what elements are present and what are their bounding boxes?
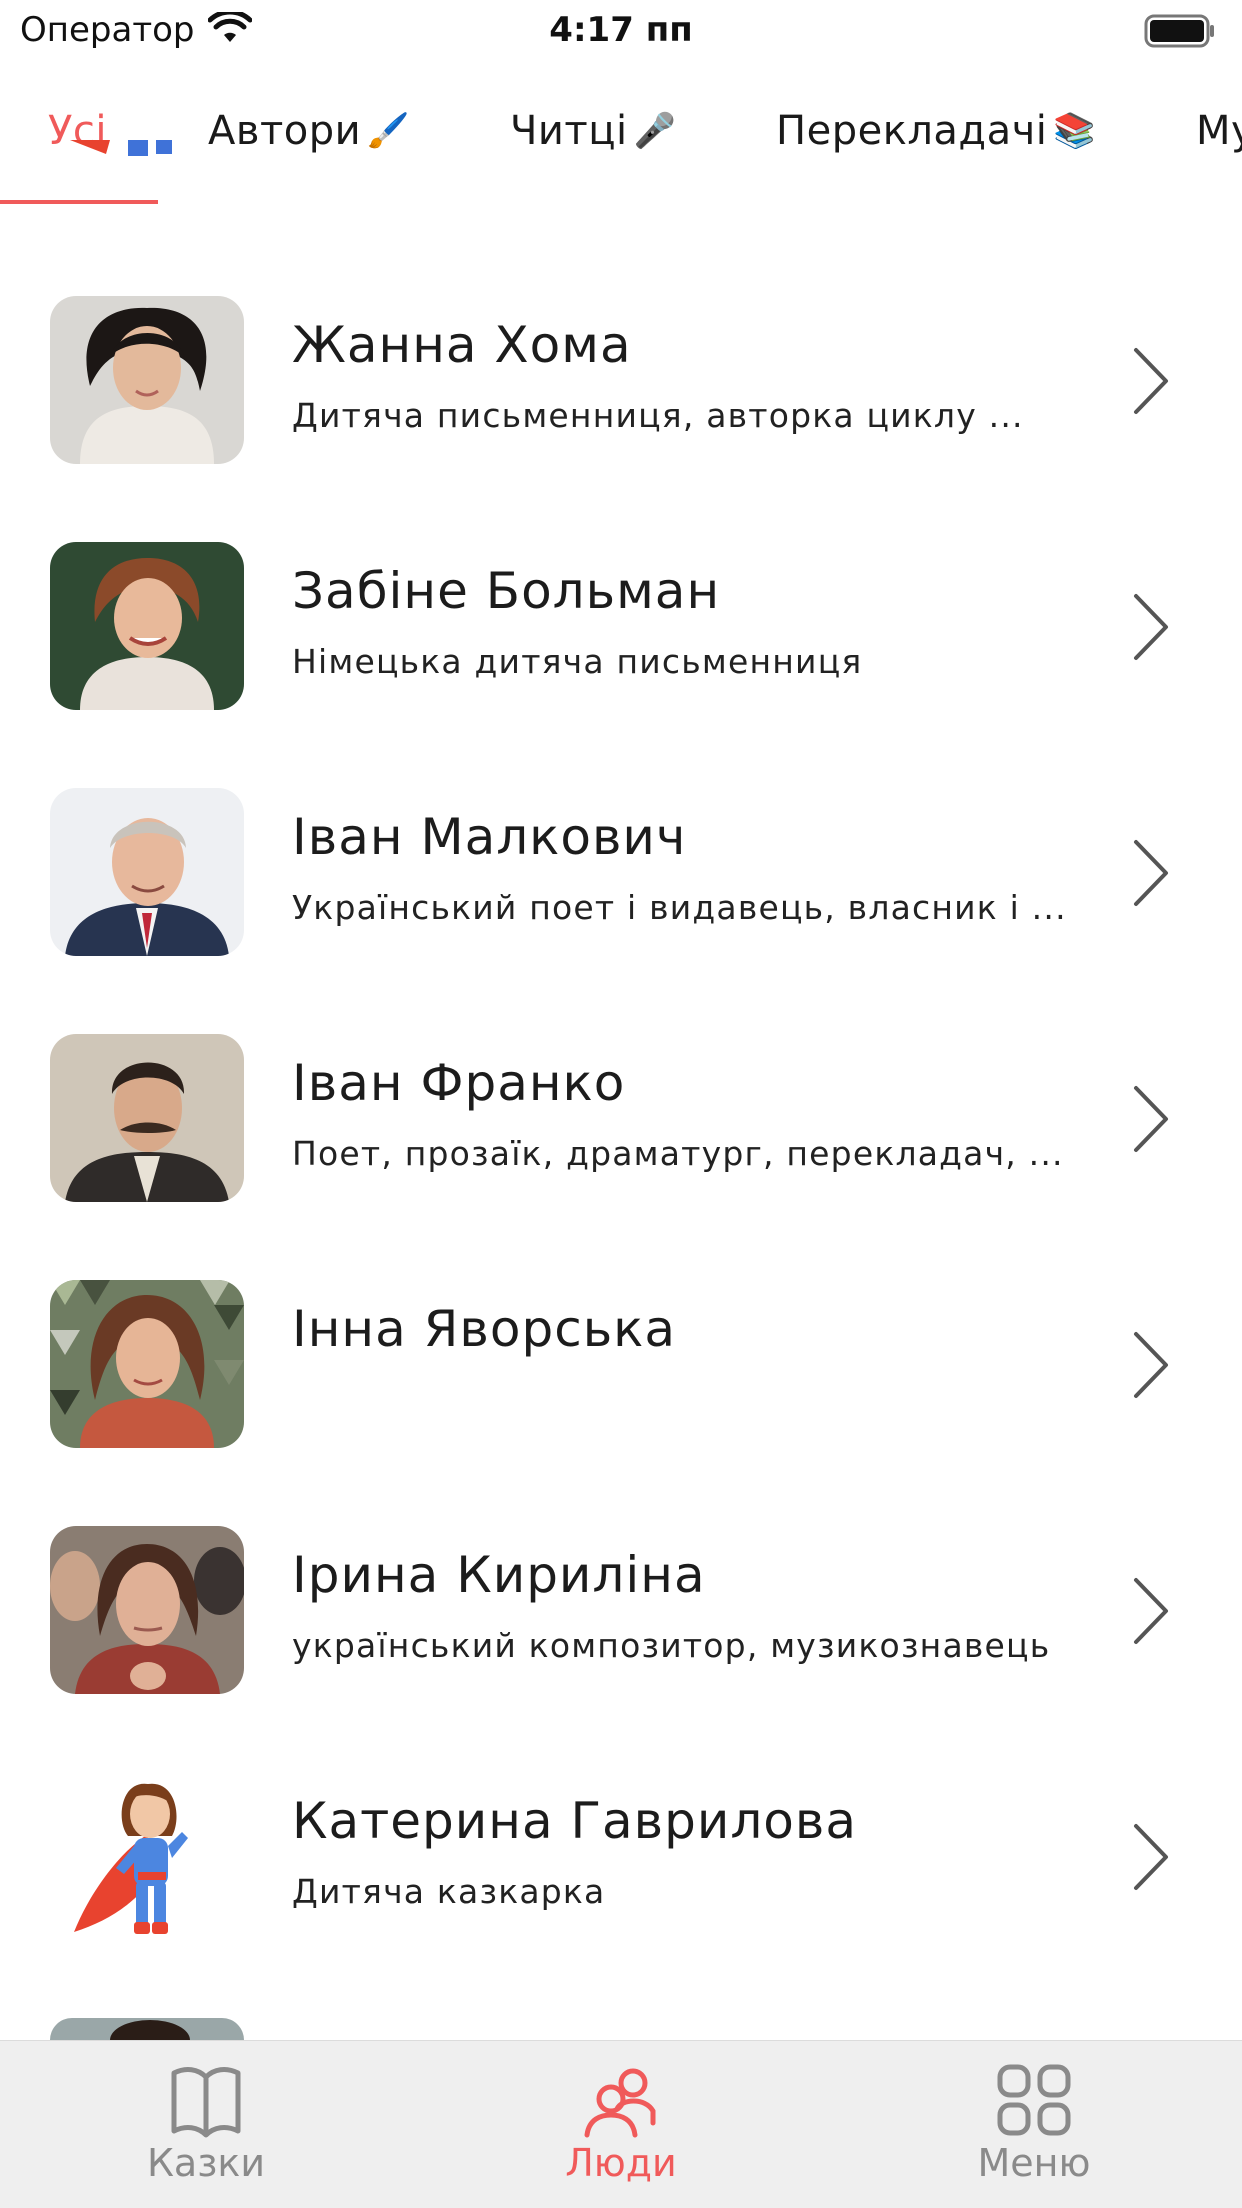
person-name: Іван Франко	[292, 1054, 626, 1112]
tab-authors[interactable]: Автори 🖌️	[208, 108, 410, 154]
tabbar-item-menu[interactable]: Меню	[914, 2063, 1154, 2203]
tabbar-item-people[interactable]: Люди	[501, 2063, 741, 2203]
tab-more[interactable]: Му	[1196, 108, 1242, 154]
person-name: Інна Яворська	[292, 1300, 676, 1358]
person-name: Катерина Гаврилова	[292, 1792, 857, 1850]
tabbar-label-menu: Меню	[977, 2141, 1091, 2185]
person-avatar	[50, 1280, 244, 1448]
person-avatar	[50, 1772, 244, 1940]
tabbar-item-tales[interactable]: Казки	[86, 2063, 326, 2203]
book-icon	[171, 2067, 241, 2138]
chevron-right-icon	[1134, 1086, 1168, 1152]
microphone-icon: 🎤	[633, 111, 677, 151]
person-row[interactable]: Іван Франко Поет, прозаїк, драматург, пе…	[0, 942, 1242, 1202]
person-description: український композитор, музикознавець	[292, 1626, 1051, 1665]
person-row[interactable]: Забіне Больман Німецька дитяча письменни…	[0, 450, 1242, 710]
person-row[interactable]: Жанна Хома Дитяча письменниця, авторка ц…	[0, 204, 1242, 464]
person-row[interactable]: Ірина Кириліна український композитор, м…	[0, 1434, 1242, 1694]
people-icon	[584, 2068, 656, 2138]
person-avatar	[50, 542, 244, 710]
person-description: Дитяча казкарка	[292, 1872, 606, 1911]
person-row[interactable]: Інна Яворська	[0, 1188, 1242, 1448]
tab-readers-label: Читці	[510, 108, 628, 154]
chevron-right-icon	[1134, 840, 1168, 906]
person-name: Ірина Кириліна	[292, 1546, 706, 1604]
status-time: 4:17 пп	[549, 10, 693, 50]
tab-translators-label: Перекладачі	[776, 108, 1048, 154]
person-avatar	[50, 788, 244, 956]
bottom-tab-bar: Казки Люди Меню	[0, 2040, 1242, 2208]
chevron-right-icon	[1134, 1824, 1168, 1890]
tab-authors-label: Автори	[208, 108, 362, 154]
paintbrush-icon: 🖌️	[367, 111, 410, 151]
chevron-right-icon	[1134, 348, 1168, 414]
tab-translators[interactable]: Перекладачі 📚	[776, 108, 1096, 154]
chevron-right-icon	[1134, 1332, 1168, 1398]
person-avatar	[50, 296, 244, 464]
people-list: Жанна Хома Дитяча письменниця, авторка ц…	[0, 204, 1242, 2040]
person-row[interactable]: Іван Малкович Український поет і видавец…	[0, 696, 1242, 956]
person-row[interactable]: Катерина Гаврилова Дитяча казкарка	[0, 1680, 1242, 1940]
books-icon: 📚	[1053, 111, 1097, 151]
person-description: Український поет і видавець, власник і .…	[292, 888, 1067, 927]
grid-icon	[997, 2064, 1071, 2136]
tabbar-label-tales: Казки	[146, 2141, 266, 2185]
status-bar: Оператор 4:17 пп	[0, 0, 1242, 64]
person-name: Іван Малкович	[292, 808, 687, 866]
category-tabs: Усі Автори🖌️ Читці🎤 Перекладачі📚 Му	[0, 64, 1242, 204]
chevron-right-icon	[1134, 1578, 1168, 1644]
chevron-right-icon	[1134, 594, 1168, 660]
person-name: Жанна Хома	[292, 316, 632, 374]
person-description: Поет, прозаїк, драматург, перекладач, ..…	[292, 1134, 1064, 1173]
scrolled-avatar-peek	[70, 140, 172, 156]
person-description: Дитяча письменниця, авторка циклу ...	[292, 396, 1024, 435]
next-row-avatar-peek	[50, 2018, 244, 2040]
tab-readers[interactable]: Читці 🎤	[510, 108, 676, 154]
tab-more-label: Му	[1196, 108, 1242, 154]
person-avatar	[50, 1526, 244, 1694]
battery-icon	[1144, 14, 1214, 48]
person-avatar	[50, 1034, 244, 1202]
person-description: Німецька дитяча письменниця	[292, 642, 863, 681]
person-name: Забіне Больман	[292, 562, 721, 620]
tabbar-label-people: Люди	[565, 2141, 677, 2185]
